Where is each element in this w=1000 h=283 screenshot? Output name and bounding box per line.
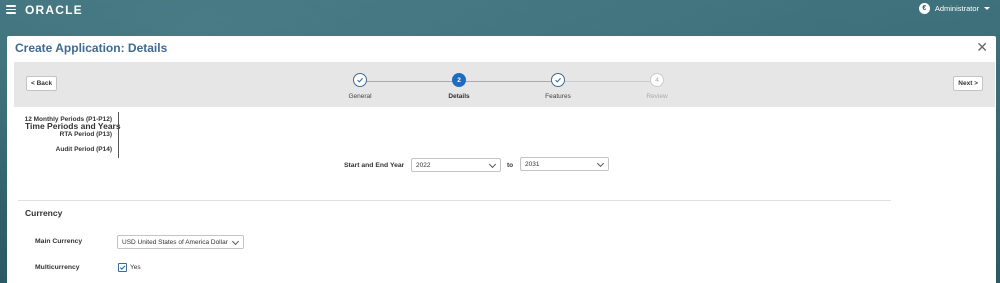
back-button[interactable]: < Back — [26, 76, 58, 91]
period-item: 12 Monthly Periods (P1-P12) — [24, 116, 112, 123]
chevron-down-icon — [488, 160, 497, 169]
start-year-value: 2022 — [416, 161, 431, 169]
chevron-down-icon — [596, 159, 605, 168]
main-currency-value: USD United States of America Dollar — [122, 238, 228, 246]
to-label: to — [507, 162, 514, 169]
user-menu[interactable]: € Administrator — [918, 3, 990, 14]
chevron-down-icon — [984, 7, 990, 10]
chevron-down-icon — [231, 237, 240, 246]
close-icon[interactable]: ✕ — [976, 39, 988, 56]
period-item: Audit Period (P14) — [55, 146, 112, 153]
multicurrency-option-label: Yes — [130, 264, 141, 271]
wizard-train: < Back 2 4 General Details Features Revi… — [14, 62, 995, 107]
period-item: RTA Period (P13) — [59, 131, 112, 138]
period-list: 12 Monthly Periods (P1-P12) RTA Period (… — [22, 115, 112, 160]
step-label-general[interactable]: General — [348, 93, 371, 100]
train-connector — [558, 81, 657, 82]
start-end-year-label: Start and End Year — [344, 162, 405, 169]
page-title: Create Application: Details — [15, 41, 168, 55]
section-divider — [18, 200, 891, 201]
step-details-circle[interactable]: 2 — [452, 73, 466, 87]
start-year-select[interactable]: 2022 — [411, 158, 501, 172]
oracle-logo: ORACLE — [25, 3, 83, 17]
step-general-circle[interactable] — [353, 73, 367, 87]
next-button[interactable]: Next > — [953, 76, 983, 91]
train-connector — [360, 81, 459, 82]
step-label-features[interactable]: Features — [545, 93, 571, 100]
check-icon — [357, 77, 363, 83]
end-year-select[interactable]: 2031 — [520, 157, 609, 171]
section-title-currency: Currency — [25, 208, 63, 218]
main-currency-select[interactable]: USD United States of America Dollar — [117, 235, 244, 249]
user-name: Administrator — [934, 4, 979, 13]
hamburger-menu-icon[interactable] — [6, 5, 16, 14]
check-icon — [119, 265, 126, 270]
multicurrency-label: Multicurrency — [35, 264, 80, 271]
step-review-circle: 4 — [650, 73, 664, 87]
step-features-circle[interactable] — [551, 73, 565, 87]
check-icon — [555, 77, 561, 83]
period-divider — [118, 112, 119, 158]
top-bar: ORACLE € Administrator — [0, 0, 1000, 20]
main-currency-label: Main Currency — [35, 238, 83, 245]
step-label-details[interactable]: Details — [448, 93, 469, 100]
end-year-value: 2031 — [525, 160, 540, 168]
train-connector — [459, 81, 558, 82]
multicurrency-checkbox[interactable] — [118, 263, 127, 272]
user-avatar-icon: € — [918, 3, 930, 14]
step-label-review: Review — [646, 93, 668, 100]
